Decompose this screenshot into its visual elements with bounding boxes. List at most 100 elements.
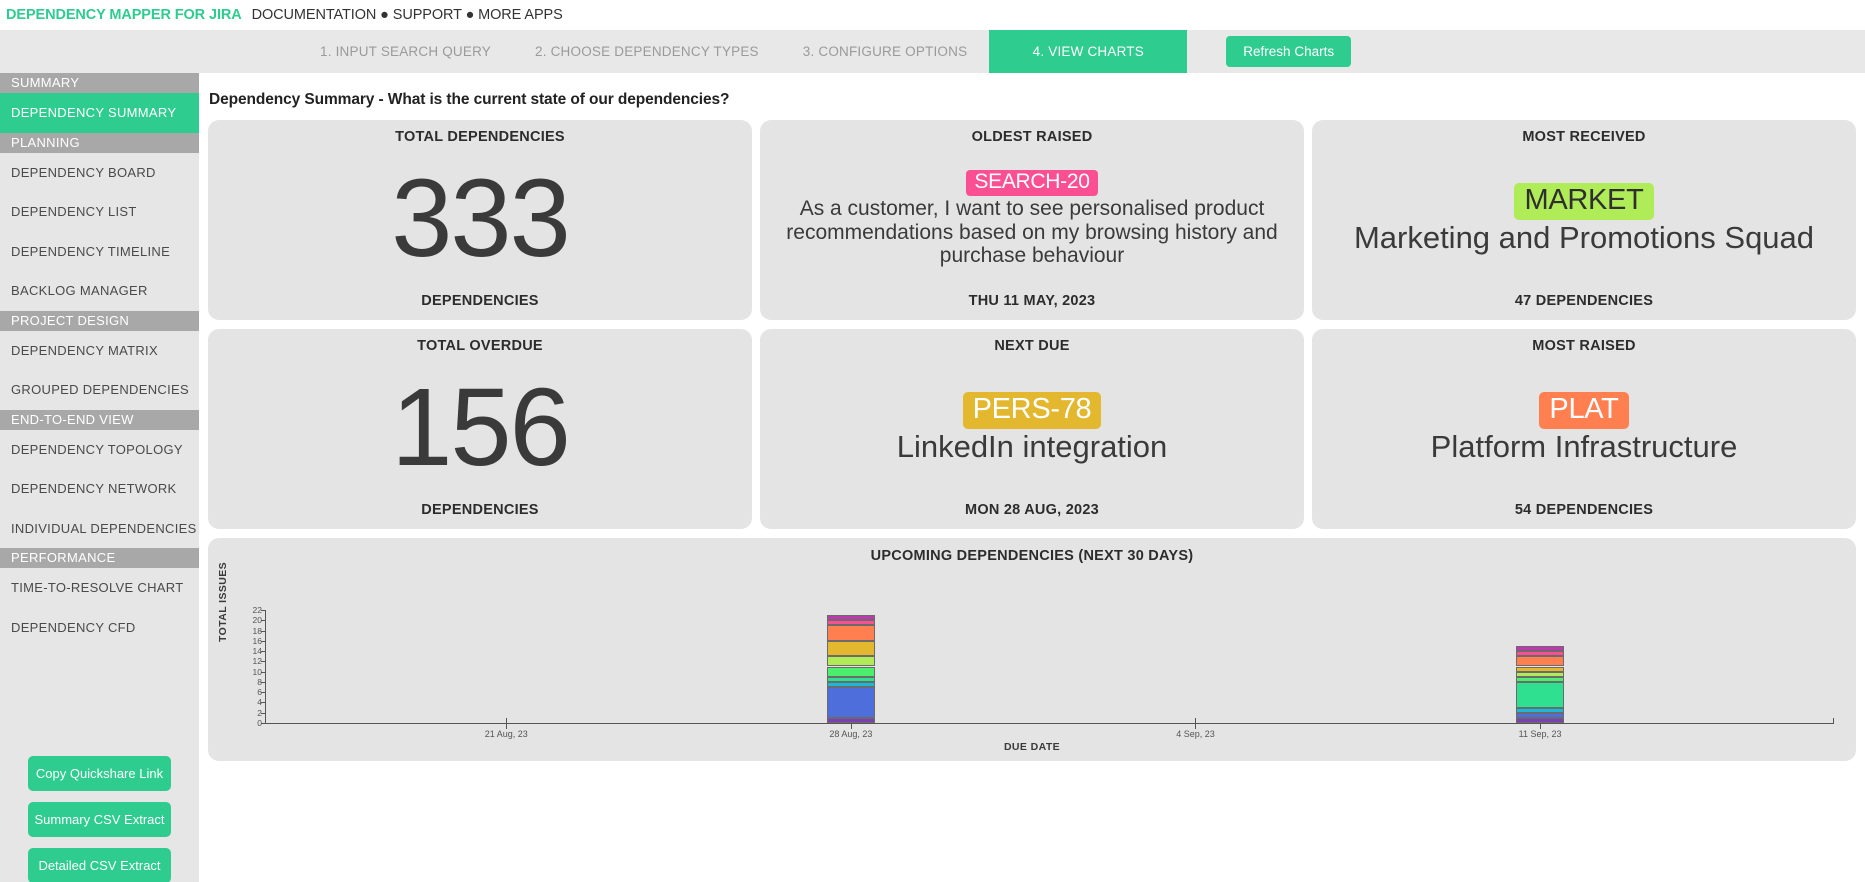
chart-y-tick-mark — [261, 651, 266, 653]
chart-bar-segment[interactable] — [826, 676, 875, 682]
sidebar-item-grouped-dependencies[interactable]: GROUPED DEPENDENCIES — [0, 370, 199, 410]
chart-bar-segment[interactable] — [826, 717, 875, 723]
card-total-overdue[interactable]: TOTAL OVERDUE 156 DEPENDENCIES — [208, 329, 752, 529]
chart-bar-segment[interactable] — [826, 666, 875, 677]
chart-bar-segment[interactable] — [1516, 681, 1565, 708]
sidebar-item-backlog-manager[interactable]: BACKLOG MANAGER — [0, 271, 199, 311]
card-issue-key-badge[interactable]: PERS-78 — [962, 392, 1102, 429]
chart-bar-segment[interactable] — [1516, 656, 1565, 667]
chart-y-tick: 14 — [252, 646, 262, 657]
chart-y-tick: 10 — [252, 666, 262, 677]
card-most-received[interactable]: MOST RECEIVED MARKET Marketing and Promoti… — [1312, 120, 1856, 320]
summary-card-grid: TOTAL DEPENDENCIES 333 DEPENDENCIES OLDEST … — [208, 120, 1856, 529]
sidebar-item-individual-dependencies[interactable]: INDIVIDUAL DEPENDENCIES — [0, 509, 199, 549]
chart-bar-segment[interactable] — [826, 687, 875, 718]
card-body: 333 — [222, 145, 738, 293]
card-issue-block: PERS-78 LinkedIn integration — [774, 392, 1290, 464]
chart-bar-segment[interactable] — [1516, 707, 1565, 713]
refresh-charts-button[interactable]: Refresh Charts — [1226, 36, 1352, 67]
card-issue-key-badge[interactable]: MARKET — [1514, 183, 1654, 220]
chart-y-tick: 6 — [257, 687, 262, 698]
sidebar-item-dependency-network[interactable]: DEPENDENCY NETWORK — [0, 469, 199, 509]
card-oldest-raised[interactable]: OLDEST RAISED SEARCH-20 As a customer, I w… — [760, 120, 1304, 320]
brand-links[interactable]: DOCUMENTATION ● SUPPORT ● MORE APPS — [252, 7, 563, 23]
sidebar-item-dependency-board[interactable]: DEPENDENCY BOARD — [0, 153, 199, 193]
chart-y-axis-label: TOTAL ISSUES — [217, 561, 229, 642]
card-summary-text: Platform Infrastructure — [1430, 428, 1738, 464]
chart-y-tick-mark — [261, 620, 266, 622]
chart-y-tick-mark — [261, 712, 266, 714]
brand-bar: DEPENDENCY MAPPER FOR JIRA DOCUMENTATION… — [0, 0, 1865, 30]
upcoming-dependencies-chart-panel: UPCOMING DEPENDENCIES (NEXT 30 DAYS) 024… — [208, 538, 1856, 761]
wizard-step-bar: 1. INPUT SEARCH QUERY 2. CHOOSE DEPENDENC… — [0, 30, 1865, 73]
sidebar-group-end-to-end-view: END-TO-END VIEW — [0, 409, 199, 430]
card-summary-text: Marketing and Promotions Squad — [1353, 219, 1815, 255]
wizard-steps: 1. INPUT SEARCH QUERY 2. CHOOSE DEPENDENC… — [298, 30, 1188, 73]
chart-bar-segment[interactable] — [1516, 717, 1565, 723]
sidebar-action-summary-csv-extract[interactable]: Summary CSV Extract — [28, 802, 171, 837]
card-issue-key-badge[interactable]: PLAT — [1539, 392, 1629, 429]
chart-bar[interactable] — [1516, 610, 1565, 723]
sidebar-action-buttons: Copy Quickshare Link Summary CSV Extract D… — [0, 756, 199, 882]
chart-bar-segment[interactable] — [1516, 645, 1565, 652]
sidebar-item-dependency-summary[interactable]: DEPENDENCY SUMMARY — [0, 93, 199, 133]
wizard-step-3[interactable]: 3. CONFIGURE OPTIONS — [781, 30, 990, 73]
card-issue-key-badge[interactable]: SEARCH-20 — [966, 170, 1098, 196]
card-next-due[interactable]: NEXT DUE PERS-78 LinkedIn integration MON 2… — [760, 329, 1304, 529]
chart-bar-segment[interactable] — [1516, 666, 1565, 672]
chart-x-axis-end-cap — [1833, 718, 1834, 724]
sidebar-item-time-to-resolve-chart[interactable]: TIME-TO-RESOLVE CHART — [0, 568, 199, 608]
sidebar-item-dependency-topology[interactable]: DEPENDENCY TOPOLOGY — [0, 430, 199, 470]
chart-y-tick-mark — [261, 702, 266, 704]
card-most-raised[interactable]: MOST RAISED PLAT Platform Infrastructure 54… — [1312, 329, 1856, 529]
main-content: Dependency Summary - What is the current… — [199, 73, 1865, 882]
card-issue-block: PLAT Platform Infrastructure — [1326, 392, 1842, 464]
chart-y-tick-mark — [261, 640, 266, 642]
chart-bar-segment[interactable] — [826, 640, 875, 657]
chart-x-tick: 11 Sep, 23 — [1518, 729, 1562, 739]
chart-bar-segment[interactable] — [826, 620, 875, 626]
card-issue-block: MARKET Marketing and Promotions Squad — [1326, 183, 1842, 255]
chart-y-tick-mark — [261, 692, 266, 694]
wizard-step-4[interactable]: 4. VIEW CHARTS — [989, 30, 1188, 73]
app-title: DEPENDENCY MAPPER FOR JIRA — [6, 7, 242, 23]
sidebar: SUMMARY DEPENDENCY SUMMARY PLANNING DEPENDE… — [0, 73, 199, 882]
chart-bar-segment[interactable] — [826, 625, 875, 641]
chart-bar-segment[interactable] — [826, 656, 875, 667]
sidebar-item-dependency-matrix[interactable]: DEPENDENCY MATRIX — [0, 331, 199, 371]
chart-y-tick-mark — [261, 610, 266, 611]
card-summary-text: As a customer, I want to see personalise… — [786, 196, 1278, 268]
chart-y-axis — [265, 610, 266, 724]
chart-x-tick: 4 Sep, 23 — [1176, 729, 1215, 739]
chart-bar-segment[interactable] — [1516, 651, 1565, 657]
sidebar-item-dependency-timeline[interactable]: DEPENDENCY TIMELINE — [0, 232, 199, 272]
card-title: TOTAL DEPENDENCIES — [395, 129, 565, 145]
card-value: 333 — [391, 157, 571, 281]
sidebar-item-dependency-cfd[interactable]: DEPENDENCY CFD — [0, 608, 199, 648]
card-title: NEXT DUE — [994, 338, 1070, 354]
card-title: MOST RECEIVED — [1522, 129, 1646, 145]
card-footer: 54 DEPENDENCIES — [1514, 502, 1654, 518]
card-body: SEARCH-20 As a customer, I want to see pe… — [774, 145, 1290, 293]
chart-bar-segment[interactable] — [1516, 712, 1565, 718]
sidebar-group-summary: SUMMARY — [0, 73, 199, 93]
chart-bar-segment[interactable] — [826, 681, 875, 688]
chart-x-tick: 28 Aug, 23 — [829, 729, 873, 739]
sidebar-item-dependency-list[interactable]: DEPENDENCY LIST — [0, 192, 199, 232]
card-footer: 47 DEPENDENCIES — [1514, 293, 1654, 309]
wizard-step-1[interactable]: 1. INPUT SEARCH QUERY — [298, 30, 513, 73]
chart-bar-segment[interactable] — [1516, 676, 1565, 682]
chart-plot-area[interactable]: 0 2 4 6 8 10 12 14 16 18 20 22 21 Aug, 23 28 Aug, 23 4… — [208, 538, 1856, 761]
wizard-step-2[interactable]: 2. CHOOSE DEPENDENCY TYPES — [513, 30, 781, 73]
sidebar-action-copy-quickshare-link[interactable]: Copy Quickshare Link — [28, 756, 171, 791]
chart-bar[interactable] — [826, 610, 875, 723]
sidebar-nav: SUMMARY DEPENDENCY SUMMARY PLANNING DEPENDE… — [0, 73, 199, 647]
card-total-dependencies[interactable]: TOTAL DEPENDENCIES 333 DEPENDENCIES — [208, 120, 752, 320]
chart-y-tick: 12 — [252, 656, 262, 667]
chart-y-tick: 4 — [257, 697, 262, 708]
chart-bar-segment[interactable] — [1516, 671, 1565, 677]
chart-bar-segment[interactable] — [826, 615, 875, 621]
sidebar-action-detailed-csv-extract[interactable]: Detailed CSV Extract — [28, 848, 171, 882]
chart-y-tick-mark — [261, 661, 266, 663]
card-body: 156 — [222, 354, 738, 502]
